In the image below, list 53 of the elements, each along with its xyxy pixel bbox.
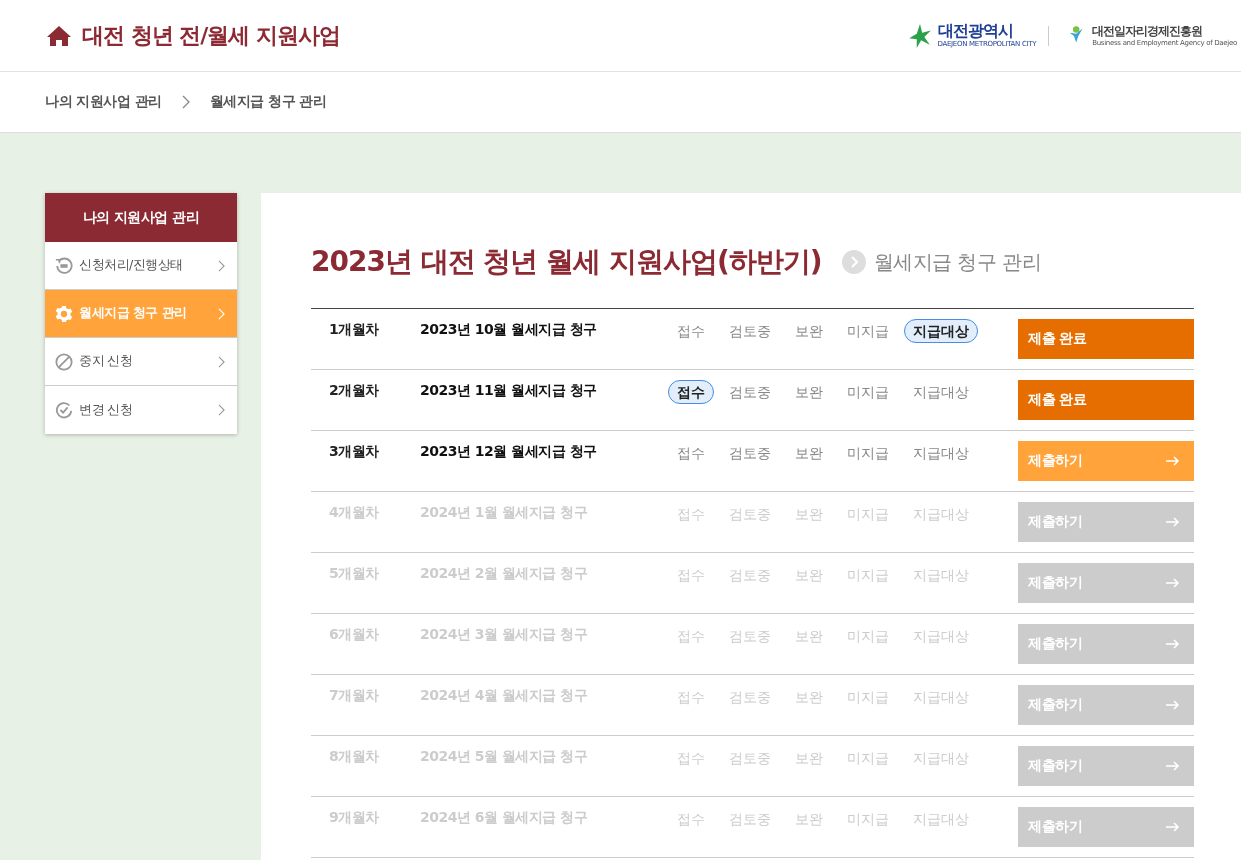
chevron-right-icon (218, 307, 225, 320)
submit-button[interactable]: 제출하기 (1018, 441, 1194, 481)
arrow-right-icon (1166, 700, 1180, 710)
arrow-right-icon (1166, 578, 1180, 588)
sidebar-item[interactable]: 월세지급 청구 관리 (45, 290, 237, 338)
status-label: 접수 (675, 322, 706, 341)
month-label: 2개월차 (328, 381, 380, 400)
status-label: 지급대상 (911, 383, 970, 402)
sidebar-item[interactable]: 중지 신청 (45, 338, 237, 386)
status-pill: 접수 (667, 380, 714, 404)
home-icon[interactable] (46, 24, 72, 47)
claim-title: 2023년 12월 월세지급 청구 (420, 442, 598, 461)
month-label: 3개월차 (328, 442, 380, 461)
settings-icon (55, 304, 73, 323)
status-label: 검토중 (727, 383, 772, 402)
breadcrumb-link[interactable]: 나의 지원사업 관리 (45, 93, 162, 111)
city-logo-name: 대전광역시 (937, 22, 1014, 40)
status-label: 미지급 (845, 322, 890, 341)
site-title: 대전 청년 전/월세 지원사업 (82, 21, 340, 50)
page-subtitle: 월세지급 청구 관리 (873, 248, 1042, 276)
status-label: 보완 (793, 322, 824, 341)
chevron-right-icon (181, 95, 190, 109)
refresh-icon (55, 256, 73, 275)
sidebar-item[interactable]: 변경 신청 (45, 386, 237, 434)
submitted-button[interactable]: 제출 완료 (1018, 319, 1194, 359)
status-label: 검토중 (727, 444, 772, 463)
agency-logo-name: 대전일자리경제진흥원 (1092, 23, 1204, 39)
status-label: 보완 (793, 383, 824, 402)
arrow-right-icon (1166, 517, 1180, 527)
status-label: 지급대상 (911, 444, 970, 463)
check-cycle-icon (55, 401, 73, 419)
sidebar-header: 나의 지원사업 관리 (45, 193, 237, 242)
claim-title: 2023년 10월 월세지급 청구 (420, 320, 598, 339)
status-label: 검토중 (727, 322, 772, 341)
claim-title: 2023년 11월 월세지급 청구 (420, 381, 598, 400)
status-label: 미지급 (845, 383, 890, 402)
chevron-right-icon (218, 404, 225, 416)
status-label: 보완 (793, 444, 824, 463)
arrow-right-icon (1166, 822, 1180, 832)
prohibited-icon (55, 352, 73, 371)
page-title: 2023년 대전 청년 월세 지원사업(하반기) (311, 244, 822, 280)
status-label: 접수 (675, 444, 706, 463)
month-label: 1개월차 (328, 320, 380, 339)
breadcrumb-link[interactable]: 월세지급 청구 관리 (209, 93, 327, 111)
submitted-button[interactable]: 제출 완료 (1018, 380, 1194, 420)
status-label: 미지급 (845, 444, 890, 463)
chevron-right-icon (218, 355, 225, 368)
arrow-right-icon (1166, 456, 1180, 466)
arrow-right-icon (1166, 761, 1180, 771)
chevron-circle-icon (841, 250, 866, 274)
arrow-right-icon (1166, 639, 1180, 649)
status-pill: 지급대상 (903, 319, 978, 343)
chevron-right-icon (218, 259, 225, 272)
